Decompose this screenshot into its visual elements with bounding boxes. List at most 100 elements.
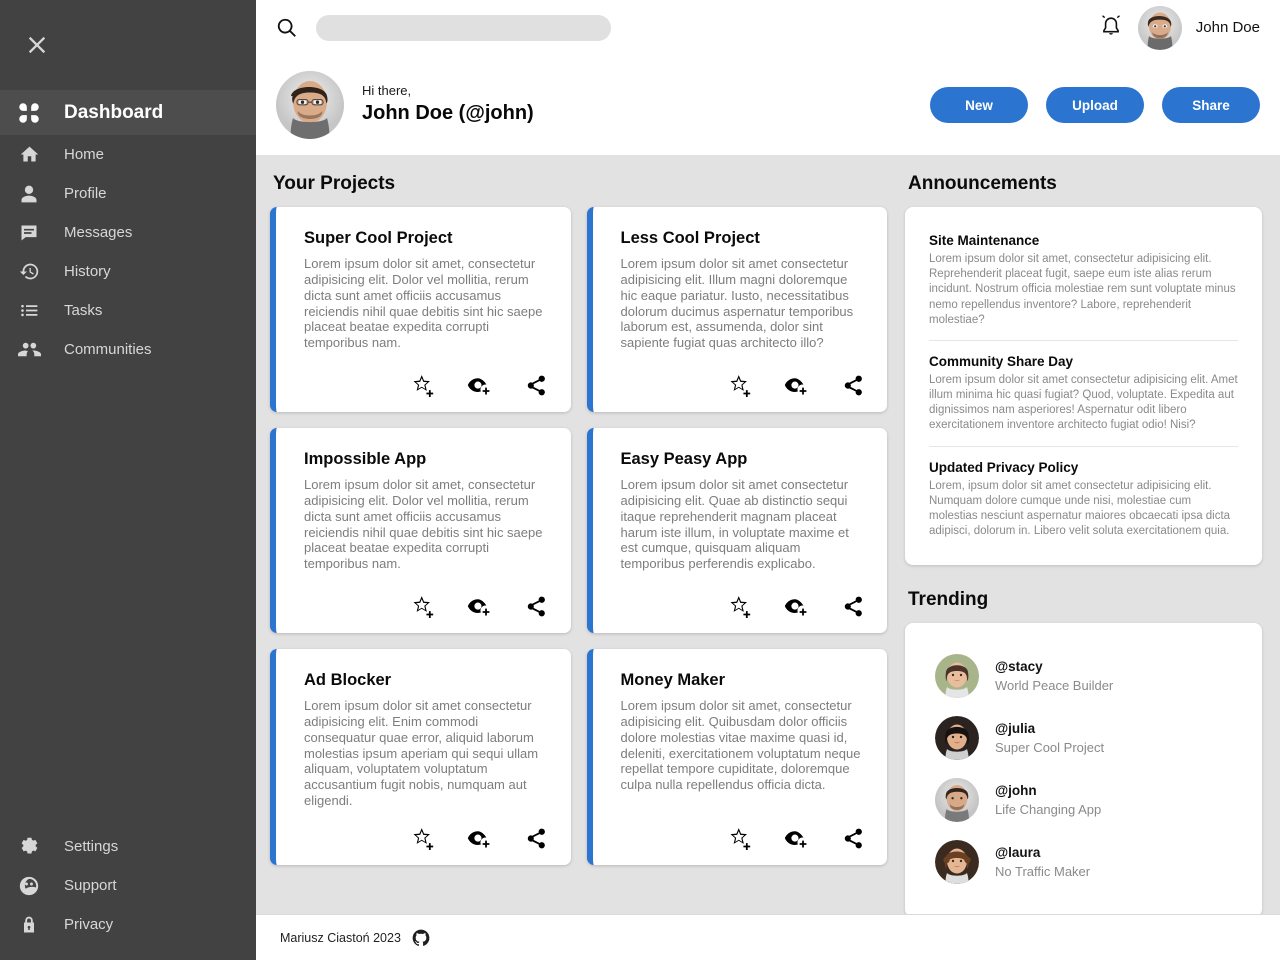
star-add-icon[interactable] — [727, 593, 753, 619]
avatar — [935, 716, 979, 761]
sidebar-item-privacy[interactable]: Privacy — [0, 905, 256, 944]
trending-handle: @julia — [995, 721, 1036, 737]
share-icon[interactable] — [839, 825, 865, 851]
eye-add-icon[interactable] — [783, 593, 809, 619]
greeting-name: John Doe (@john) — [362, 102, 534, 125]
project-title: Impossible App — [304, 450, 427, 468]
trending-handle: @laura — [995, 845, 1041, 861]
sidebar-item-tasks[interactable]: Tasks — [0, 291, 256, 330]
eye-add-icon[interactable] — [467, 825, 493, 851]
announcements-panel: Site Maintenance Lorem ipsum dolor sit a… — [905, 207, 1262, 566]
search-input[interactable] — [316, 14, 611, 41]
sidebar-item-dashboard[interactable]: Dashboard — [0, 90, 256, 135]
star-add-icon[interactable] — [727, 825, 753, 851]
star-add-icon[interactable] — [411, 593, 437, 619]
avatar[interactable] — [1137, 5, 1182, 50]
sidebar-item-messages[interactable]: Messages — [0, 213, 256, 252]
project-description: Lorem ipsum dolor sit amet, consectetur … — [304, 256, 543, 351]
project-card[interactable]: Money Maker Lorem ipsum dolor sit amet, … — [586, 649, 887, 866]
star-add-icon[interactable] — [411, 825, 437, 851]
side-column: Announcements Site Maintenance Lorem ips… — [901, 173, 1280, 914]
topbar: John Doe — [256, 0, 1280, 55]
trending-handle: @john — [995, 783, 1037, 799]
announcement-item[interactable]: Updated Privacy Policy Lorem, ipsum dolo… — [929, 445, 1238, 552]
new-button[interactable]: New — [930, 87, 1028, 123]
close-icon[interactable] — [14, 22, 60, 68]
app-root: Dashboard Home Profile Messages History … — [0, 0, 1280, 960]
announcement-title: Updated Privacy Policy — [929, 459, 1079, 475]
sidebar-nav-secondary: Settings Support Privacy — [0, 827, 256, 960]
list-icon — [14, 298, 44, 324]
trending-text: @laura No Traffic Maker — [995, 844, 1090, 880]
avatar — [935, 840, 979, 885]
sidebar-item-profile[interactable]: Profile — [0, 174, 256, 213]
eye-add-icon[interactable] — [783, 372, 809, 398]
project-actions — [621, 356, 866, 398]
project-title: Money Maker — [620, 671, 726, 689]
project-card[interactable]: Impossible App Lorem ipsum dolor sit ame… — [270, 428, 571, 633]
project-actions — [304, 577, 549, 619]
sidebar-item-history[interactable]: History — [0, 252, 256, 291]
list-item[interactable]: @julia Super Cool Project — [935, 707, 1238, 769]
sidebar-item-support[interactable]: Support — [0, 866, 256, 905]
dashboard-icon — [14, 100, 44, 126]
avatar[interactable] — [276, 71, 344, 139]
sidebar-item-communities[interactable]: Communities — [0, 330, 256, 369]
trending-handle: @stacy — [995, 659, 1043, 675]
search-icon[interactable] — [276, 17, 298, 39]
project-card[interactable]: Easy Peasy App Lorem ipsum dolor sit ame… — [586, 428, 887, 633]
project-card[interactable]: Super Cool Project Lorem ipsum dolor sit… — [270, 207, 571, 412]
project-actions — [304, 356, 549, 398]
list-item[interactable]: @laura No Traffic Maker — [935, 831, 1238, 893]
trending-subtitle: No Traffic Maker — [995, 863, 1091, 879]
announcements-title: Announcements — [908, 173, 1057, 194]
projects-column: Your Projects Super Cool Project Lorem i… — [256, 173, 901, 914]
page-title: Your Projects — [273, 173, 396, 194]
star-add-icon[interactable] — [411, 372, 437, 398]
project-actions — [621, 577, 866, 619]
share-icon[interactable] — [523, 372, 549, 398]
projects-grid: Super Cool Project Lorem ipsum dolor sit… — [270, 207, 887, 866]
share-icon[interactable] — [839, 372, 865, 398]
project-actions — [621, 809, 866, 851]
share-icon[interactable] — [523, 593, 549, 619]
sidebar-item-label: Tasks — [64, 302, 103, 319]
project-description: Lorem ipsum dolor sit amet, consectetur … — [620, 698, 861, 793]
history-icon — [14, 259, 44, 285]
share-button[interactable]: Share — [1162, 87, 1260, 123]
star-add-icon[interactable] — [727, 372, 753, 398]
eye-add-icon[interactable] — [467, 372, 493, 398]
chat-icon — [14, 220, 44, 246]
announcement-item[interactable]: Community Share Day Lorem ipsum dolor si… — [929, 339, 1238, 446]
header-actions: New Upload Share — [930, 87, 1260, 123]
project-title: Less Cool Project — [620, 229, 760, 247]
trending-text: @stacy World Peace Builder — [995, 658, 1113, 694]
upload-button[interactable]: Upload — [1046, 87, 1144, 123]
person-icon — [14, 181, 44, 207]
sidebar: Dashboard Home Profile Messages History … — [0, 0, 256, 960]
github-icon[interactable] — [411, 928, 431, 948]
project-card[interactable]: Ad Blocker Lorem ipsum dolor sit amet co… — [270, 649, 571, 866]
sidebar-item-label: Communities — [64, 341, 152, 358]
sidebar-item-home[interactable]: Home — [0, 135, 256, 174]
greeting-hi: Hi there, — [362, 82, 412, 98]
notification-bell-icon[interactable] — [1098, 14, 1124, 42]
people-icon — [14, 337, 44, 363]
list-item[interactable]: @john Life Changing App — [935, 769, 1238, 831]
project-card[interactable]: Less Cool Project Lorem ipsum dolor sit … — [586, 207, 887, 412]
support-face-icon — [14, 873, 44, 899]
announcement-title: Community Share Day — [929, 353, 1074, 369]
trending-subtitle: Super Cool Project — [995, 739, 1105, 755]
share-icon[interactable] — [839, 593, 865, 619]
trending-subtitle: World Peace Builder — [995, 677, 1114, 693]
announcement-item[interactable]: Site Maintenance Lorem ipsum dolor sit a… — [929, 225, 1238, 340]
avatar — [935, 778, 979, 823]
eye-add-icon[interactable] — [783, 825, 809, 851]
list-item[interactable]: @stacy World Peace Builder — [935, 645, 1238, 707]
share-icon[interactable] — [523, 825, 549, 851]
home-icon — [14, 142, 44, 168]
sidebar-item-settings[interactable]: Settings — [0, 827, 256, 866]
project-actions — [304, 809, 549, 851]
announcement-body: Lorem ipsum dolor sit amet consectetur a… — [929, 373, 1238, 432]
eye-add-icon[interactable] — [467, 593, 493, 619]
